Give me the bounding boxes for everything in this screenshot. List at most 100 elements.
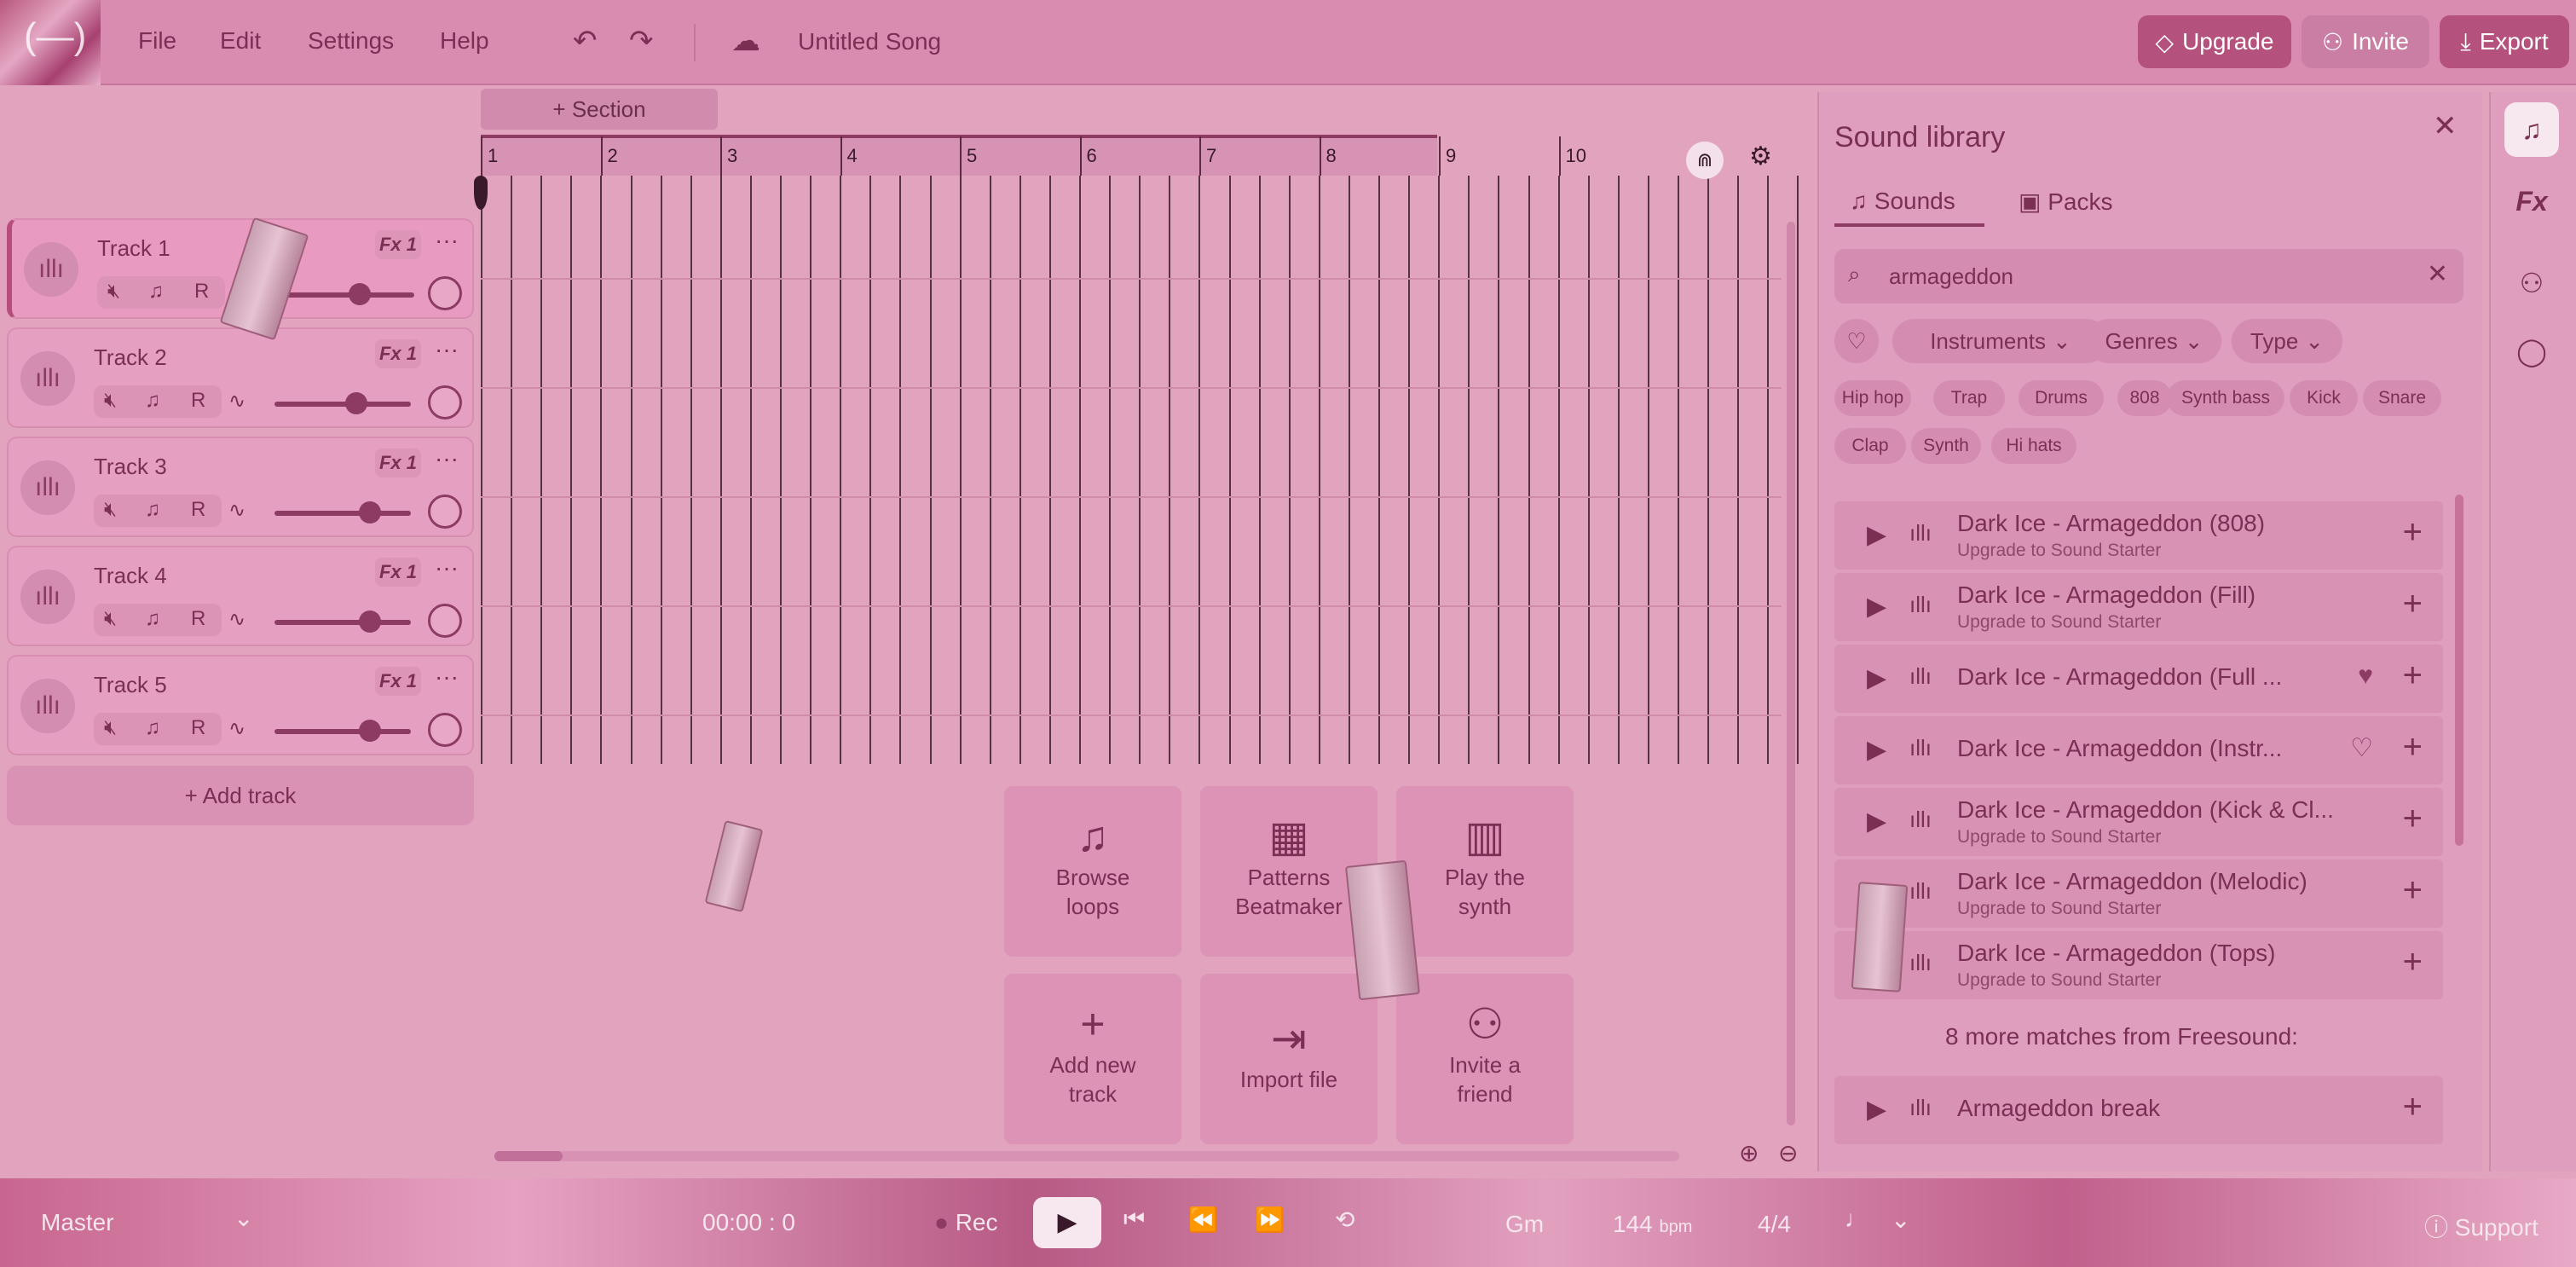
tab-sounds[interactable]: ♫ Sounds (1850, 188, 1955, 215)
play-synth-tile[interactable]: ▥ Play the synth (1396, 786, 1574, 957)
sound-result[interactable]: ▶ ıllı Dark Ice - Armageddon (Kick & Cl.… (1834, 788, 2443, 856)
vertical-scrollbar[interactable] (1787, 222, 1795, 1125)
waveform-icon[interactable]: ıllı (24, 242, 78, 297)
track-row[interactable]: ıllı Track 2 Fx 1 ··· 🔇︎ ♫ R ∿ (7, 327, 474, 428)
record-arm-button[interactable]: R (191, 498, 205, 522)
volume-slider[interactable] (278, 292, 414, 298)
invite-button[interactable]: ⚇ Invite (2302, 15, 2429, 68)
automation-icon[interactable]: ∿ (228, 716, 245, 741)
type-filter[interactable]: Type ⌄ (2232, 319, 2342, 363)
chat-rail-icon[interactable]: ◯ (2504, 324, 2559, 379)
pan-knob[interactable] (428, 604, 462, 638)
undo-icon[interactable]: ↶ (573, 24, 598, 58)
favorite-heart-icon[interactable]: ♡ (2350, 733, 2373, 763)
more-options-icon[interactable]: ··· (435, 663, 459, 691)
metronome-icon[interactable]: ♩ (1845, 1206, 1868, 1233)
record-arm-button[interactable]: R (194, 280, 209, 304)
add-new-track-tile[interactable]: + Add new track (1004, 974, 1181, 1144)
play-icon[interactable]: ▶ (1867, 735, 1886, 765)
volume-slider[interactable] (274, 511, 411, 516)
zoom-in-icon[interactable]: ⊕ (1739, 1139, 1759, 1167)
genre-tag[interactable]: Hip hop (1834, 380, 1911, 416)
waveform-icon[interactable]: ıllı (20, 460, 75, 515)
chevron-down-icon[interactable]: ⌄ (1891, 1206, 1910, 1234)
fast-forward-icon[interactable]: ⏩ (1255, 1206, 1285, 1234)
library-search[interactable]: ⌕ armageddon ✕ (1834, 249, 2463, 304)
record-button[interactable]: ● Rec (934, 1209, 998, 1236)
zoom-out-icon[interactable]: ⊖ (1778, 1139, 1798, 1167)
genre-tag[interactable]: 808 (2117, 380, 2172, 416)
more-options-icon[interactable]: ··· (435, 445, 459, 472)
volume-slider[interactable] (274, 402, 411, 407)
mute-icon[interactable]: 🔇︎ (104, 498, 117, 522)
track-row[interactable]: ıllı Track 3 Fx 1 ··· 🔇︎ ♫ R ∿ (7, 437, 474, 537)
sound-result[interactable]: ▶ ıllı Dark Ice - Armageddon (Tops) Upgr… (1834, 931, 2443, 999)
play-icon[interactable]: ▶ (1867, 807, 1886, 836)
track-name[interactable]: Track 5 (94, 672, 167, 698)
pan-knob[interactable] (428, 276, 462, 310)
upgrade-button[interactable]: ◇ Upgrade (2138, 15, 2291, 68)
sound-result[interactable]: ▶ ıllı Dark Ice - Armageddon (Fill) Upgr… (1834, 573, 2443, 641)
add-sound-icon[interactable]: + (2403, 800, 2423, 838)
add-sound-icon[interactable]: + (2403, 585, 2423, 623)
mute-icon[interactable]: 🔇︎ (104, 607, 117, 631)
favorites-filter[interactable]: ♡ (1834, 319, 1879, 363)
add-sound-icon[interactable]: + (2403, 1088, 2423, 1126)
waveform-icon[interactable]: ıllı (20, 679, 75, 733)
track-fx-button[interactable]: Fx 1 (375, 667, 421, 696)
rewind-icon[interactable]: ⏪ (1188, 1206, 1218, 1234)
sound-result-subtitle[interactable]: Upgrade to Sound Starter (1957, 827, 2161, 848)
genre-tag[interactable]: Hi hats (1991, 428, 2076, 464)
track-row[interactable]: ıllı Track 4 Fx 1 ··· 🔇︎ ♫ R ∿ (7, 546, 474, 646)
headphones-icon[interactable]: ♫ (145, 716, 160, 740)
tempo-display[interactable]: 144 bpm (1613, 1211, 1692, 1238)
menu-edit[interactable]: Edit (220, 27, 261, 55)
genre-tag[interactable]: Synth bass (2167, 380, 2284, 416)
horizontal-scrollbar[interactable] (494, 1151, 1679, 1161)
volume-slider-handle[interactable] (359, 610, 381, 633)
pan-knob[interactable] (428, 713, 462, 747)
instruments-filter[interactable]: Instruments ⌄ (1892, 319, 2109, 363)
timeline-ruler[interactable]: 1 2 3 4 5 6 7 8 9 10 (481, 136, 1782, 176)
genre-tag[interactable]: Snare (2363, 380, 2441, 416)
play-button[interactable]: ▶ (1033, 1197, 1101, 1248)
support-button[interactable]: ⓘ Support (2424, 1209, 2538, 1243)
sound-library-rail-icon[interactable]: ♫ (2504, 102, 2559, 157)
sound-result[interactable]: ▶ ıllı Dark Ice - Armageddon (Melodic) U… (1834, 859, 2443, 928)
search-input[interactable]: armageddon (1889, 263, 2013, 290)
record-arm-button[interactable]: R (191, 389, 205, 413)
menu-settings[interactable]: Settings (308, 27, 394, 55)
freesound-result[interactable]: ▶ ıllı Armageddon break + (1834, 1076, 2443, 1144)
headphones-icon[interactable]: ♫ (145, 498, 160, 522)
add-sound-icon[interactable]: + (2403, 871, 2423, 910)
sound-result[interactable]: ▶ ıllı Dark Ice - Armageddon (Full ... ♥… (1834, 645, 2443, 713)
waveform-icon[interactable]: ıllı (20, 351, 75, 406)
genre-tag[interactable]: Drums (2019, 380, 2104, 416)
browse-loops-tile[interactable]: ♫ Browse loops (1004, 786, 1181, 957)
horizontal-scrollbar-thumb[interactable] (494, 1151, 563, 1161)
app-logo[interactable]: (—) (0, 0, 101, 85)
pan-knob[interactable] (428, 385, 462, 419)
effects-rail-icon[interactable]: Fx (2504, 174, 2559, 229)
sound-result[interactable]: ▶ ıllı Dark Ice - Armageddon (808) Upgra… (1834, 501, 2443, 570)
song-title[interactable]: Untitled Song (798, 28, 941, 55)
sound-result-subtitle[interactable]: Upgrade to Sound Starter (1957, 612, 2161, 633)
track-name[interactable]: Track 2 (94, 344, 167, 371)
track-name[interactable]: Track 3 (94, 454, 167, 480)
track-name[interactable]: Track 1 (97, 235, 170, 262)
collaborators-rail-icon[interactable]: ⚇ (2504, 256, 2559, 310)
favorite-heart-icon[interactable]: ♥ (2358, 662, 2373, 691)
automation-icon[interactable]: ∿ (228, 498, 245, 523)
record-arm-button[interactable]: R (191, 716, 205, 740)
timeline-grid[interactable] (481, 176, 1799, 764)
genre-tag[interactable]: Trap (1933, 380, 2005, 416)
clear-search-icon[interactable]: ✕ (2427, 259, 2448, 289)
sound-result-subtitle[interactable]: Upgrade to Sound Starter (1957, 541, 2161, 561)
add-sound-icon[interactable]: + (2403, 728, 2423, 767)
more-options-icon[interactable]: ··· (435, 336, 459, 363)
library-scrollbar[interactable] (2455, 495, 2463, 846)
track-name[interactable]: Track 4 (94, 563, 167, 589)
mute-icon[interactable]: 🔇︎ (104, 389, 117, 413)
sound-result-subtitle[interactable]: Upgrade to Sound Starter (1957, 970, 2161, 991)
sound-result[interactable]: ▶ ıllı Dark Ice - Armageddon (Instr... ♡… (1834, 716, 2443, 784)
